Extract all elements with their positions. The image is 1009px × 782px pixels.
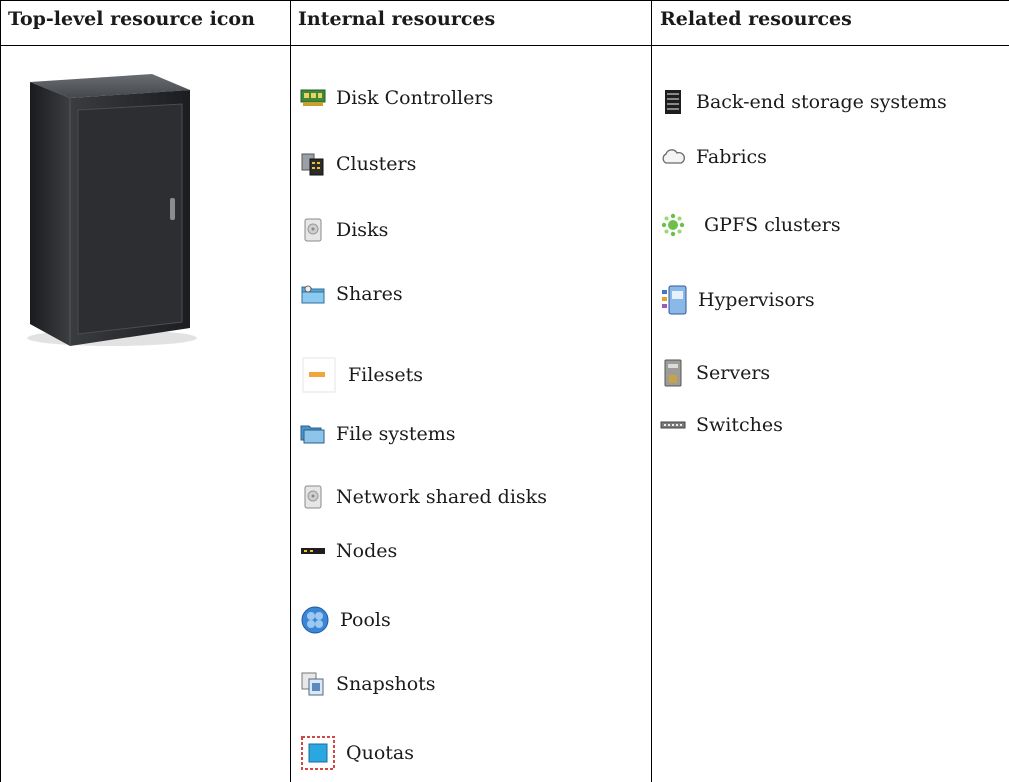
resource-table: Top-level resource icon Internal resourc… — [0, 0, 1009, 782]
list-item-hypervisors: Hypervisors — [660, 285, 815, 315]
list-item-label: GPFS clusters — [704, 214, 841, 236]
server-icon — [660, 358, 686, 388]
list-item-shares: Shares — [300, 281, 403, 307]
list-item-label: Disks — [336, 219, 389, 241]
list-item-label: Servers — [696, 362, 771, 384]
storage-system-icon — [660, 89, 686, 115]
list-item-label: File systems — [336, 423, 456, 445]
column-divider-2 — [651, 0, 652, 782]
fabric-cloud-icon — [660, 144, 686, 170]
list-item-snapshots: Snapshots — [300, 671, 436, 697]
header-divider — [0, 45, 1009, 46]
list-item-switches: Switches — [660, 412, 783, 438]
list-item-label: Snapshots — [336, 673, 436, 695]
switch-icon — [660, 412, 686, 438]
list-item-label: Switches — [696, 414, 783, 436]
snapshots-icon — [300, 671, 326, 697]
disk-controller-icon — [300, 85, 326, 111]
fileset-icon — [300, 356, 338, 394]
pools-icon — [300, 605, 330, 635]
list-item-label: Quotas — [346, 742, 414, 764]
header-top-level-icon: Top-level resource icon — [8, 8, 255, 30]
disk-icon — [300, 217, 326, 243]
list-item-label: Network shared disks — [336, 486, 547, 508]
file-systems-icon — [300, 421, 326, 447]
list-item-back-end-storage: Back-end storage systems — [660, 89, 947, 115]
list-item-label: Hypervisors — [698, 289, 815, 311]
column-divider-1 — [290, 0, 291, 782]
list-item-network-shared-disks: Network shared disks — [300, 484, 547, 510]
hypervisor-icon — [660, 285, 688, 315]
clusters-icon — [300, 151, 326, 177]
list-item-pools: Pools — [300, 605, 391, 635]
header-internal-resources: Internal resources — [298, 8, 496, 30]
gpfs-cluster-icon — [660, 212, 686, 238]
list-item-label: Nodes — [336, 540, 398, 562]
storage-cabinet-icon — [27, 74, 197, 346]
list-item-fabrics: Fabrics — [660, 144, 767, 170]
list-item-quotas: Quotas — [300, 735, 414, 771]
list-item-label: Back-end storage systems — [696, 91, 947, 113]
list-item-label: Fabrics — [696, 146, 767, 168]
list-item-nodes: Nodes — [300, 538, 397, 564]
list-item-label: Clusters — [336, 153, 417, 175]
list-item-label: Filesets — [348, 364, 423, 386]
quotas-icon — [300, 735, 336, 771]
list-item-label: Shares — [336, 283, 403, 305]
list-item-disks: Disks — [300, 217, 388, 243]
table-border-top — [0, 0, 1009, 1]
list-item-disk-controllers: Disk Controllers — [300, 85, 493, 111]
network-shared-disk-icon — [300, 484, 326, 510]
list-item-servers: Servers — [660, 358, 770, 388]
nodes-icon — [300, 538, 326, 564]
shares-icon — [300, 281, 326, 307]
list-item-label: Pools — [340, 609, 391, 631]
list-item-label: Disk Controllers — [336, 87, 494, 109]
list-item-gpfs-clusters: GPFS clusters — [660, 212, 841, 238]
header-related-resources: Related resources — [660, 8, 852, 30]
list-item-file-systems: File systems — [300, 421, 456, 447]
list-item-filesets: Filesets — [300, 356, 423, 394]
table-border-left — [0, 0, 1, 782]
list-item-clusters: Clusters — [300, 151, 416, 177]
